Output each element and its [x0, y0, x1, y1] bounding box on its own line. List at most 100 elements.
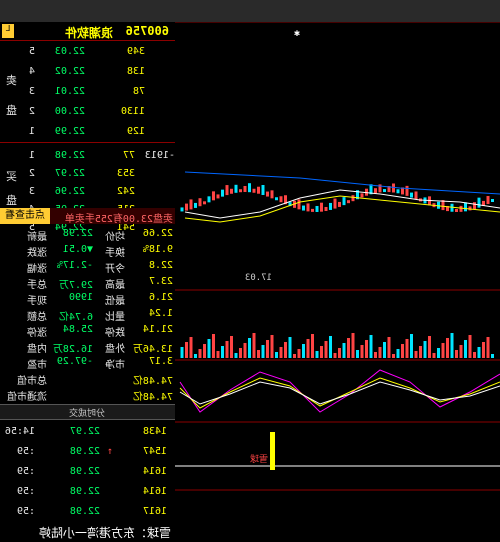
- stat-label-2: 外盘: [105, 344, 125, 355]
- stat-row: 涨幅 -2.17% 今开 22.8: [0, 258, 175, 275]
- order-volume: 78: [132, 86, 145, 97]
- tick-arrow-icon: ↑: [106, 446, 113, 457]
- order-volume: 129: [126, 126, 145, 137]
- candle: [230, 188, 233, 194]
- volume-bar: [203, 344, 206, 358]
- candle: [342, 197, 346, 206]
- stat-label: 最新: [27, 232, 47, 243]
- buy-side-label-2: 盘: [6, 194, 17, 207]
- volume-bar: [369, 335, 373, 358]
- stat-value-2: 21.6: [148, 292, 173, 303]
- tick-volume: 1614: [142, 466, 167, 477]
- candle: [203, 201, 206, 205]
- stat-label: 现手: [27, 296, 47, 307]
- order-level: 2: [28, 106, 35, 117]
- candle: [324, 206, 328, 211]
- order-level: 1: [28, 126, 35, 137]
- buy-order-row[interactable]: 3 22.96 242: [0, 182, 175, 202]
- candle: [392, 183, 395, 193]
- volume-bar: [423, 341, 427, 358]
- stat-label: 涨跌: [27, 248, 47, 259]
- volume-bar: [189, 337, 193, 358]
- volume-bar: [320, 346, 323, 358]
- volume-bar: [441, 343, 445, 358]
- candle: [207, 196, 211, 203]
- volume-bar: [216, 351, 220, 358]
- candle: [396, 189, 400, 194]
- stat-value-2: 22.66: [142, 228, 173, 239]
- stat-value-2: 74.48亿: [132, 376, 173, 387]
- stat-row: 涨停 25.84 跌停 21.14: [0, 322, 175, 339]
- volume-bar: [257, 350, 260, 358]
- volume-bar: [486, 337, 490, 358]
- stat-label-2: 换手: [105, 248, 125, 259]
- mirrored-stage: ✱ 雪球 17.03 600756 浪潮软件 L 5 22.03 349 4 22.02…: [0, 0, 500, 542]
- candle: [405, 185, 409, 196]
- stat-row: 现手 1990 最低 21.6: [0, 290, 175, 307]
- volume-bar: [185, 342, 188, 358]
- candle: [473, 202, 476, 210]
- tick-row: :59 22.98 1614: [0, 482, 175, 502]
- volume-bar: [401, 344, 404, 358]
- tick-time: :59: [16, 446, 35, 457]
- volume-bar: [311, 334, 314, 358]
- stat-label-2: 均价: [105, 232, 125, 243]
- stat-label-2: 跌停: [105, 328, 125, 339]
- stat-value: 1990: [68, 292, 93, 303]
- tick-row: :59 22.98 1614: [0, 462, 175, 482]
- buy-order-row[interactable]: 1 22.98 77 -1913: [0, 146, 175, 166]
- buy-order-row[interactable]: 2 22.97 353: [0, 164, 175, 184]
- stat-label: 流通市值: [7, 392, 47, 403]
- buy-side-label: 买: [6, 170, 17, 183]
- tick-volume: 1617: [142, 506, 167, 517]
- order-price: 22.97: [54, 168, 85, 179]
- sell-order-row[interactable]: 5 22.03 349: [0, 42, 175, 62]
- stat-label: 总额: [27, 312, 47, 323]
- tab-tick-trades[interactable]: 分时成交: [69, 406, 105, 419]
- sell-order-row[interactable]: 2 22.00 1130: [0, 102, 175, 122]
- watermark: 雪球：东方港湾一小陆婷: [0, 520, 175, 542]
- candle: [302, 205, 305, 211]
- volume-bar: [405, 339, 409, 358]
- volume-bar: [482, 342, 485, 358]
- order-banner: 卖盘23.00有255手卖单 点击查看: [0, 208, 175, 225]
- tick-price: 22.98: [69, 506, 100, 517]
- volume-bar: [468, 335, 472, 358]
- order-price: 22.02: [54, 66, 85, 77]
- volume-bar: [207, 339, 211, 358]
- candle: [383, 189, 386, 193]
- tick-time: :59: [16, 466, 35, 477]
- stat-value-2: 23.7: [148, 276, 173, 287]
- candle: [374, 188, 377, 194]
- order-volume: 353: [116, 168, 135, 179]
- stat-value: 22.98: [62, 228, 93, 239]
- volume-bar: [347, 338, 350, 358]
- candle: [257, 186, 260, 194]
- volume-bar: [306, 339, 310, 358]
- candle: [455, 208, 458, 212]
- top-bar: [0, 0, 500, 23]
- candle: [216, 194, 220, 199]
- order-level: 4: [28, 66, 35, 77]
- order-price: 22.03: [54, 46, 85, 57]
- volume-bar: [446, 338, 449, 358]
- sell-order-row[interactable]: 4 22.02 138: [0, 62, 175, 82]
- sell-order-row[interactable]: 3 22.01 78: [0, 82, 175, 102]
- stat-label: 总市值: [17, 376, 47, 387]
- volume-bar: [464, 340, 467, 358]
- volume-bar: [351, 333, 355, 358]
- candle: [239, 189, 242, 193]
- candle: [464, 202, 467, 212]
- sell-order-row[interactable]: 1 22.99 129: [0, 122, 175, 142]
- banner-text: 卖盘23.00有255手卖单: [64, 214, 173, 225]
- volume-bar: [410, 334, 413, 358]
- view-details-button[interactable]: 点击查看: [0, 208, 50, 224]
- candle: [248, 183, 251, 193]
- stat-label: 市盈: [27, 360, 47, 371]
- stat-value: 29.7万: [58, 280, 93, 291]
- stock-flag-badge[interactable]: L: [2, 24, 14, 38]
- order-price: 22.00: [54, 106, 85, 117]
- tick-price: 22.98: [69, 486, 100, 497]
- kline-chart-area[interactable]: ✱ 雪球 17.03: [175, 21, 500, 523]
- indicator-red-label: 雪球: [250, 453, 268, 465]
